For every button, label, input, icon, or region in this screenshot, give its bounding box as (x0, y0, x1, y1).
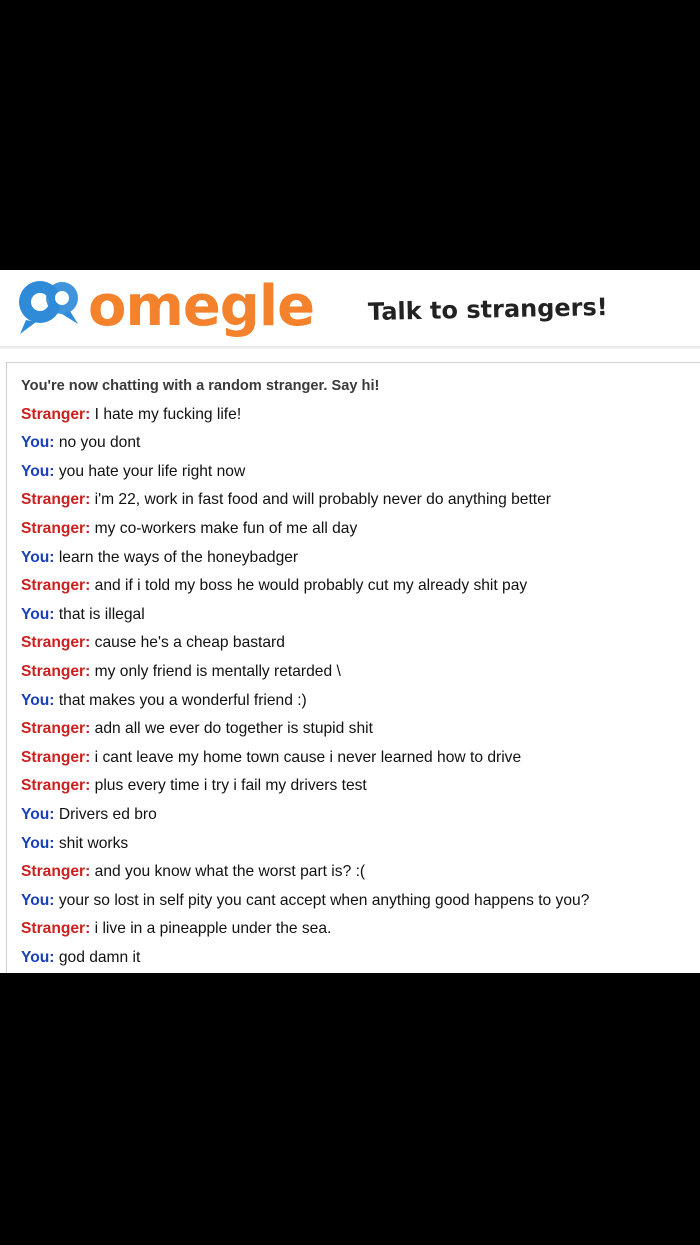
chat-message: Stranger: plus every time i try i fail m… (21, 772, 700, 801)
stranger-label: Stranger: (21, 720, 91, 738)
chat-message: You: no you dont (21, 429, 700, 458)
message-text: that is illegal (58, 605, 145, 623)
stranger-label: Stranger: (21, 519, 91, 537)
you-label: You: (21, 834, 55, 852)
message-text: no you dont (58, 434, 141, 452)
chat-message: You: your so lost in self pity you cant … (21, 887, 700, 916)
chat-message: Stranger: I hate my fucking life! (21, 401, 700, 430)
message-text: your so lost in self pity you cant accep… (58, 891, 590, 909)
message-text: adn all we ever do together is stupid sh… (94, 720, 373, 738)
message-text: I hate my fucking life! (94, 405, 242, 423)
chat-message: Stranger: adn all we ever do together is… (21, 715, 700, 744)
chat-message: Stranger: i cant leave my home town caus… (21, 744, 700, 773)
message-text: my only friend is mentally retarded \ (94, 662, 341, 680)
site-header: omegle Talk to strangers! (0, 270, 700, 349)
message-text: and if i told my boss he would probably … (94, 577, 528, 595)
chat-status-message: You're now chatting with a random strang… (21, 378, 380, 394)
chat-log: You're now chatting with a random strang… (6, 362, 700, 973)
chat-message: Stranger: i'm 22, work in fast food and … (21, 486, 700, 515)
you-label: You: (21, 805, 55, 823)
message-text: i live in a pineapple under the sea. (94, 920, 332, 938)
stranger-label: Stranger: (21, 405, 91, 423)
message-text: Drivers ed bro (58, 805, 157, 823)
chat-message: You: you hate your life right now (21, 458, 700, 487)
stranger-label: Stranger: (21, 920, 91, 938)
chat-message: You: learn the ways of the honeybadger (21, 544, 700, 573)
omegle-logo-icon (19, 281, 78, 334)
message-text: shit works (58, 834, 129, 852)
stranger-label: Stranger: (21, 863, 91, 881)
chat-message: Stranger: and if i told my boss he would… (21, 572, 700, 601)
message-text: god damn it (58, 948, 141, 966)
chat-message: Stranger: cause he's a cheap bastard (21, 629, 700, 658)
chat-message: You: that makes you a wonderful friend :… (21, 687, 700, 716)
omegle-wordmark: omegle (88, 274, 315, 339)
chat-message: Stranger: i live in a pineapple under th… (21, 915, 700, 944)
stranger-label: Stranger: (21, 491, 91, 509)
you-label: You: (21, 605, 55, 623)
message-text: my co-workers make fun of me all day (94, 519, 358, 537)
message-text: cause he's a cheap bastard (94, 634, 285, 652)
stranger-label: Stranger: (21, 662, 91, 680)
you-label: You: (21, 548, 55, 566)
omegle-window: omegle Talk to strangers! You're now cha… (0, 270, 700, 973)
stranger-label: Stranger: (21, 577, 91, 595)
message-text: i cant leave my home town cause i never … (94, 748, 522, 766)
you-label: You: (21, 891, 55, 909)
site-tagline: Talk to strangers! (367, 292, 608, 326)
you-label: You: (21, 691, 55, 709)
message-text: and you know what the worst part is? :( (94, 863, 366, 881)
stranger-label: Stranger: (21, 634, 91, 652)
chat-message: You: Drivers ed bro (21, 801, 700, 830)
stranger-label: Stranger: (21, 748, 91, 766)
message-text: plus every time i try i fail my drivers … (94, 777, 367, 795)
chat-message: Stranger: and you know what the worst pa… (21, 858, 700, 887)
chat-message: You: shit works (21, 830, 700, 859)
you-label: You: (21, 434, 55, 452)
stranger-label: Stranger: (21, 777, 91, 795)
message-text: you hate your life right now (58, 462, 246, 480)
you-label: You: (21, 948, 55, 966)
message-text: learn the ways of the honeybadger (58, 548, 299, 566)
you-label: You: (21, 462, 55, 480)
chat-message: You: that is illegal (21, 601, 700, 630)
chat-message: Stranger: my co-workers make fun of me a… (21, 515, 700, 544)
chat-log-lines: You're now chatting with a random strang… (21, 372, 700, 972)
chat-message: Stranger: my only friend is mentally ret… (21, 658, 700, 687)
message-text: that makes you a wonderful friend :) (58, 691, 307, 709)
header-divider (0, 346, 700, 349)
message-text: i'm 22, work in fast food and will proba… (94, 491, 551, 509)
chat-message: You: god damn it (21, 944, 700, 973)
